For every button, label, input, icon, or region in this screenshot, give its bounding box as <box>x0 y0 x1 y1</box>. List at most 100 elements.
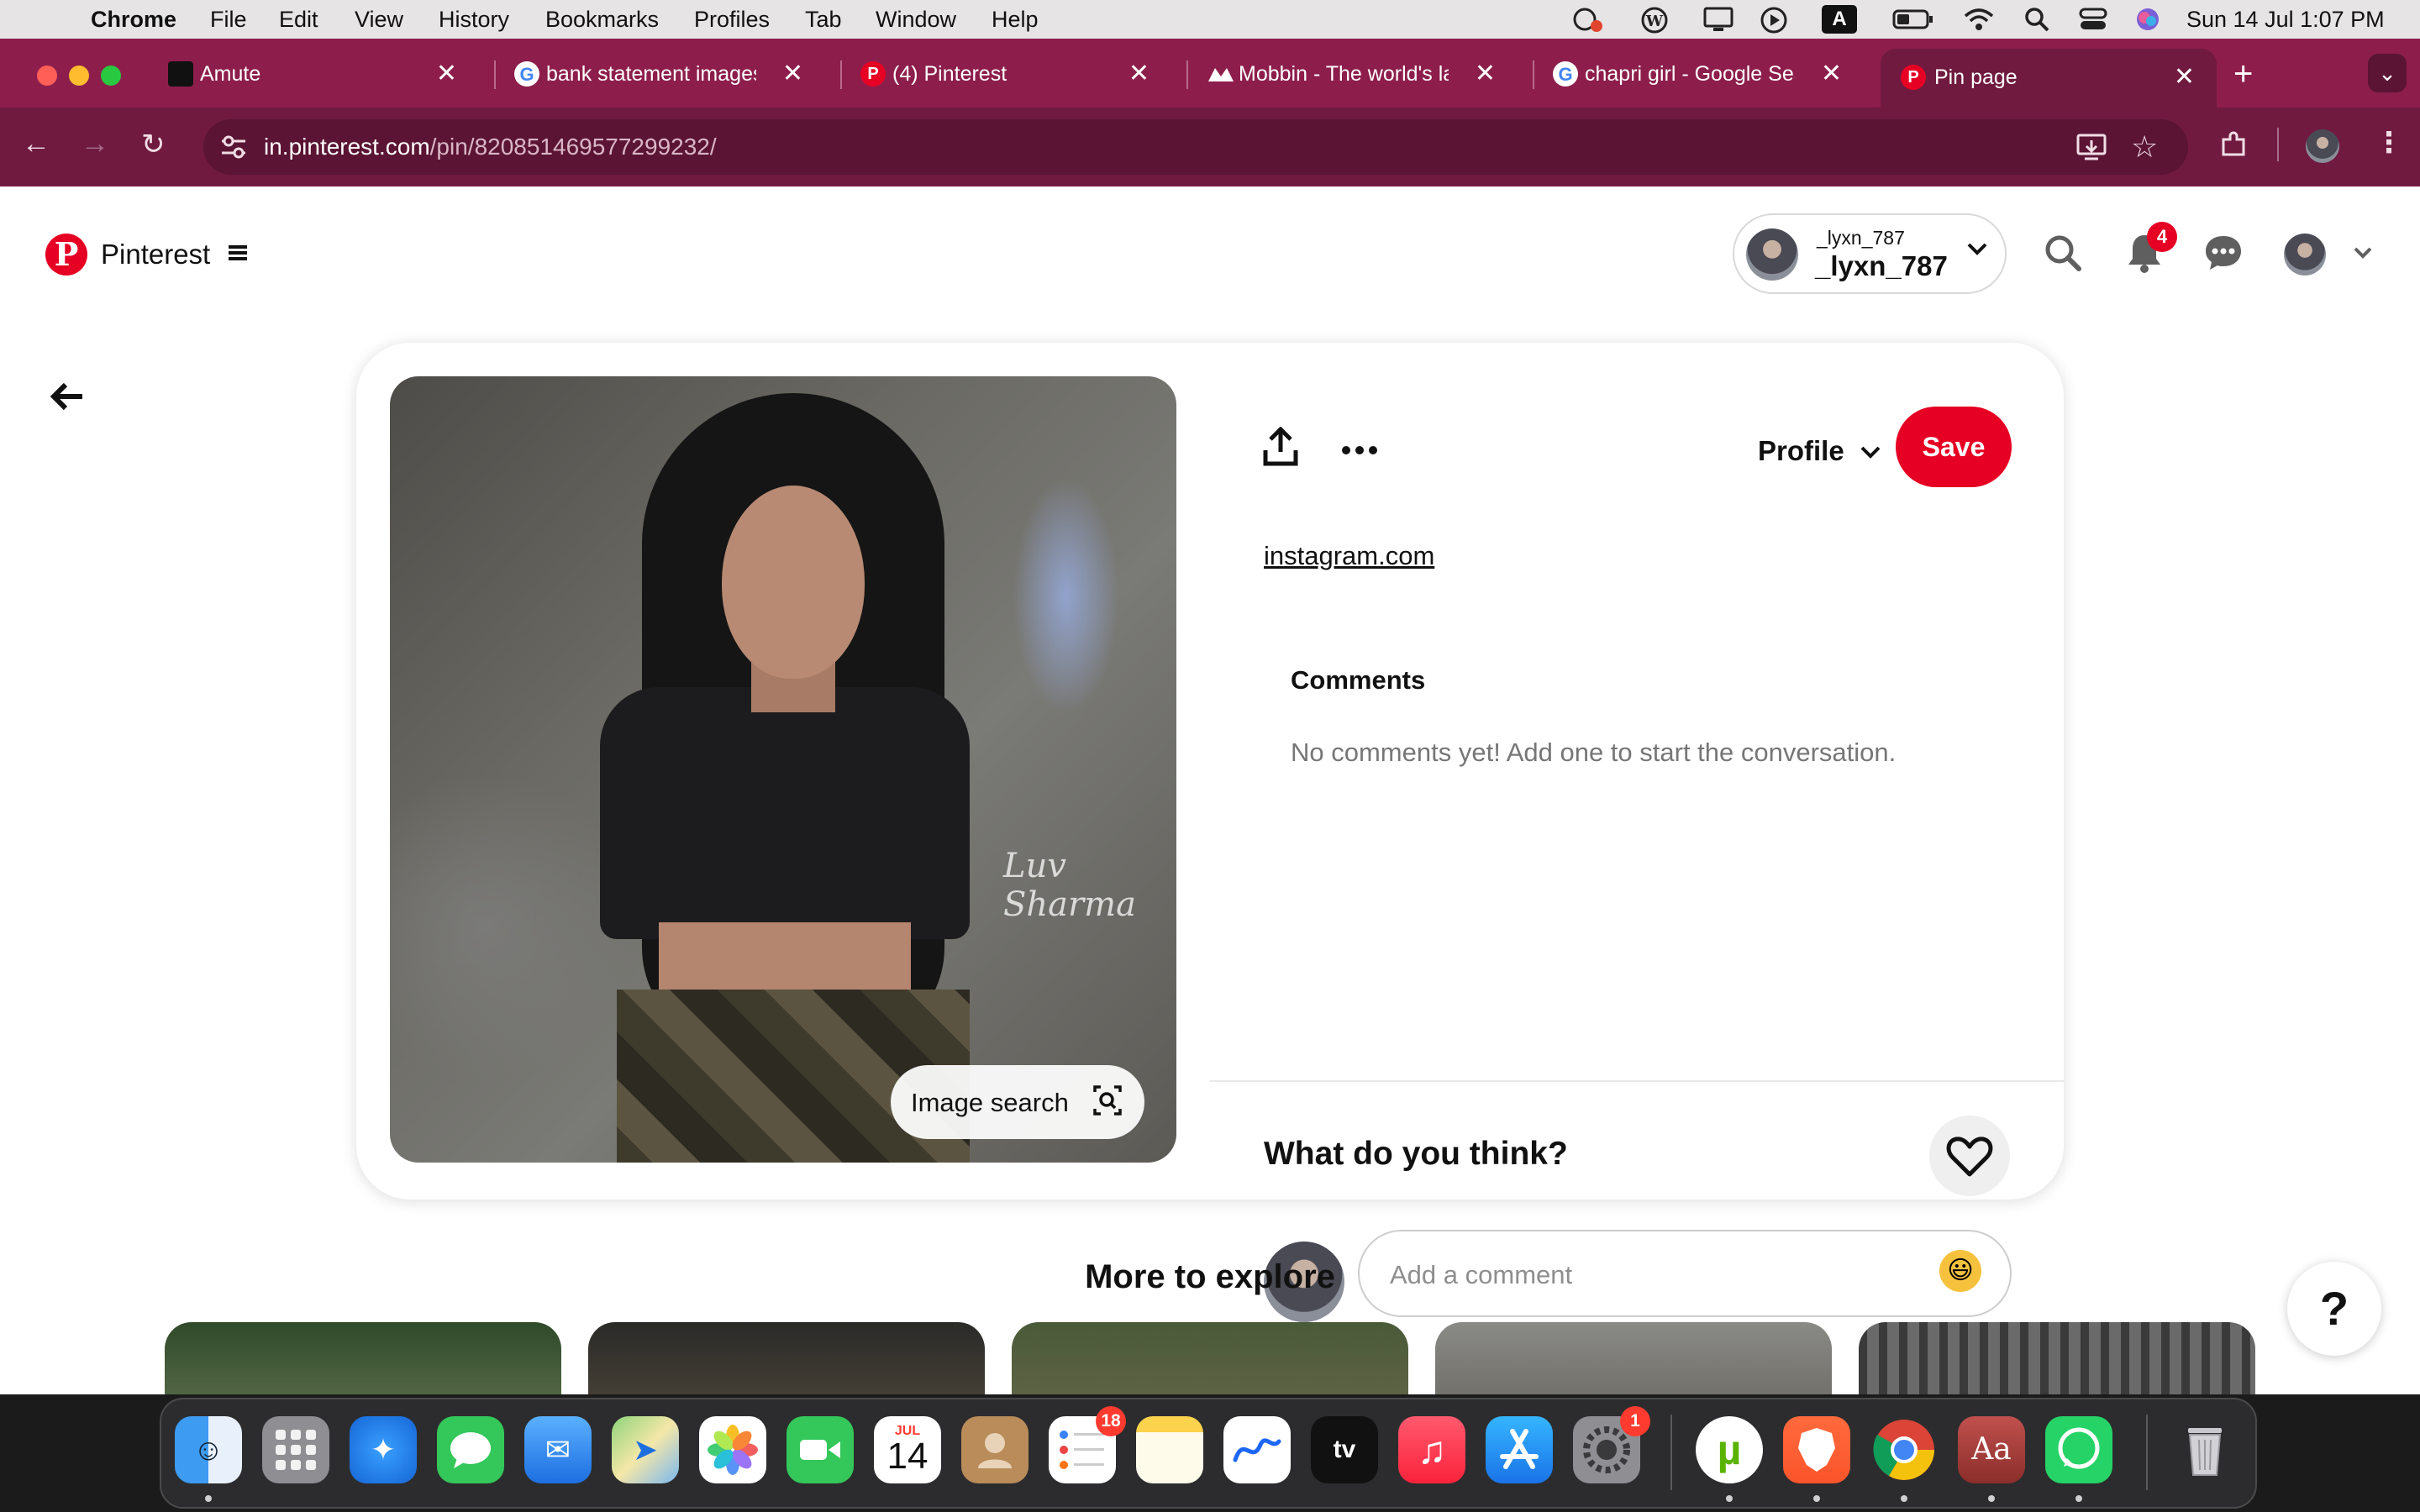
tab-close-icon[interactable]: ✕ <box>1821 59 1842 88</box>
explore-pin-thumbnail[interactable] <box>165 1322 561 1394</box>
tab-search-chevron-icon[interactable]: ⌄ <box>2368 54 2407 92</box>
app-store-icon[interactable] <box>1486 1416 1553 1483</box>
menu-app-name[interactable]: Chrome <box>91 7 176 33</box>
menu-hamburger-icon[interactable] <box>227 239 249 271</box>
share-icon[interactable] <box>1262 426 1299 469</box>
launchpad-icon[interactable] <box>262 1416 329 1483</box>
extensions-icon[interactable] <box>2218 129 2249 164</box>
facetime-icon[interactable] <box>786 1416 854 1483</box>
image-search-button[interactable]: Image search <box>891 1065 1144 1139</box>
svg-text:W: W <box>1645 13 1664 30</box>
wifi-icon[interactable] <box>1963 6 1995 39</box>
explore-pin-thumbnail[interactable] <box>1859 1322 2255 1394</box>
tab-close-icon[interactable]: ✕ <box>1128 59 1150 88</box>
site-info-icon[interactable] <box>218 133 249 165</box>
menu-view[interactable]: View <box>355 7 403 33</box>
search-icon[interactable] <box>2044 234 2082 276</box>
pinterest-brand[interactable]: Pinterest <box>101 239 210 270</box>
pinterest-logo-icon[interactable]: P <box>45 234 87 276</box>
photos-icon[interactable] <box>699 1416 766 1483</box>
creative-cloud-icon[interactable] <box>1570 6 1603 39</box>
maps-icon[interactable]: ➤ <box>612 1416 679 1483</box>
explore-pin-thumbnail[interactable] <box>1435 1322 1832 1394</box>
back-nav-icon[interactable]: ← <box>22 128 50 160</box>
accounts-chevron-icon[interactable] <box>2353 245 2373 265</box>
more-options-icon[interactable] <box>1341 427 1378 465</box>
react-heart-button[interactable] <box>1929 1116 2010 1196</box>
address-bar[interactable]: in.pinterest.com/pin/820851469577299232/… <box>203 119 2188 175</box>
running-indicator <box>205 1495 212 1502</box>
tab-bank-statement[interactable]: G bank statement images ✕ <box>476 49 825 101</box>
tab-pinterest-home[interactable]: P (4) Pinterest ✕ <box>822 49 1171 101</box>
chrome-profile-avatar[interactable] <box>2306 129 2339 163</box>
window-close-button[interactable] <box>37 66 57 86</box>
dictionary-icon[interactable]: Aa <box>1958 1416 2025 1483</box>
play-icon[interactable] <box>1760 6 1788 40</box>
finder-icon[interactable]: ☺ <box>175 1416 242 1483</box>
menu-edit[interactable]: Edit <box>279 7 318 33</box>
window-minimize-button[interactable] <box>69 66 89 86</box>
chrome-icon[interactable] <box>1870 1416 1938 1483</box>
tab-close-icon[interactable]: ✕ <box>436 59 457 88</box>
messages-icon[interactable] <box>2203 234 2244 276</box>
trash-icon[interactable] <box>2171 1416 2238 1483</box>
messages-app-icon[interactable] <box>437 1416 504 1483</box>
safari-icon[interactable]: ✦ <box>350 1416 417 1483</box>
music-icon[interactable]: ♫ <box>1398 1416 1465 1483</box>
svg-text:G: G <box>519 64 534 85</box>
menu-history[interactable]: History <box>439 7 509 33</box>
source-link[interactable]: instagram.com <box>1264 541 1434 571</box>
board-profile-select[interactable]: Profile <box>1758 435 1882 467</box>
menu-bookmarks[interactable]: Bookmarks <box>545 7 659 33</box>
display-icon[interactable] <box>1702 6 1734 39</box>
battery-icon[interactable] <box>1892 6 1934 39</box>
tab-close-icon[interactable]: ✕ <box>2174 62 2195 92</box>
window-zoom-button[interactable] <box>101 66 121 86</box>
spotlight-search-icon[interactable] <box>2023 6 2050 39</box>
explore-pin-thumbnail[interactable] <box>588 1322 985 1394</box>
reminders-badge: 18 <box>1096 1406 1126 1436</box>
menu-profiles[interactable]: Profiles <box>694 7 770 33</box>
chevron-down-icon <box>1966 240 1988 261</box>
url-text[interactable]: in.pinterest.com/pin/820851469577299232/ <box>264 134 717 160</box>
menubar-datetime[interactable]: Sun 14 Jul 1:07 PM <box>2186 7 2385 33</box>
bookmark-star-icon[interactable]: ☆ <box>2131 129 2158 165</box>
account-switcher[interactable]: _lyxn_787 _lyxn_787 <box>1733 213 2007 294</box>
menu-file[interactable]: File <box>210 7 247 33</box>
forward-nav-icon[interactable]: → <box>81 128 109 160</box>
menu-window[interactable]: Window <box>876 7 956 33</box>
tab-amute[interactable]: Amute ✕ <box>129 49 479 101</box>
siri-icon[interactable] <box>2134 6 2161 39</box>
wordpress-icon[interactable]: W <box>1640 6 1669 40</box>
tab-mobbin[interactable]: Mobbin - The world's la ✕ <box>1168 49 1518 101</box>
apple-tv-icon[interactable]: tv <box>1311 1416 1378 1483</box>
running-indicator <box>1726 1495 1733 1502</box>
notes-icon[interactable] <box>1136 1416 1203 1483</box>
control-center-icon[interactable] <box>2079 6 2107 39</box>
user-avatar[interactable] <box>2284 234 2326 276</box>
input-source-indicator[interactable]: A <box>1822 5 1857 34</box>
whatsapp-icon[interactable] <box>2045 1416 2112 1483</box>
install-app-icon[interactable] <box>2075 133 2107 165</box>
explore-pin-thumbnail[interactable] <box>1012 1322 1408 1394</box>
tab-close-icon[interactable]: ✕ <box>1475 59 1496 88</box>
freeform-icon[interactable] <box>1223 1416 1291 1483</box>
tab-close-icon[interactable]: ✕ <box>782 59 803 88</box>
mail-icon[interactable]: ✉ <box>524 1416 592 1483</box>
calendar-icon[interactable]: JUL 14 <box>874 1416 941 1483</box>
menu-help[interactable]: Help <box>992 7 1039 33</box>
help-button[interactable]: ? <box>2287 1262 2381 1356</box>
pinterest-page: P Pinterest _lyxn_787 _lyxn_787 4 Luv Sh… <box>0 186 2420 1394</box>
chrome-menu-icon[interactable]: ⋮ <box>2375 126 2403 160</box>
reload-icon[interactable]: ↻ <box>141 128 166 161</box>
save-button[interactable]: Save <box>1896 407 2012 487</box>
tab-pin-page-active[interactable]: P Pin page ✕ <box>1881 49 2217 108</box>
brave-icon[interactable] <box>1783 1416 1850 1483</box>
tab-google-search[interactable]: G chapri girl - Google Sea ✕ <box>1514 49 1864 101</box>
utorrent-icon[interactable]: µ <box>1696 1416 1763 1483</box>
menu-tab[interactable]: Tab <box>805 7 842 33</box>
new-tab-button[interactable]: + <box>2233 55 2253 93</box>
contacts-icon[interactable] <box>961 1416 1028 1483</box>
pin-image[interactable]: Luv Sharma Image search <box>390 376 1176 1163</box>
back-arrow-icon[interactable] <box>49 373 86 422</box>
